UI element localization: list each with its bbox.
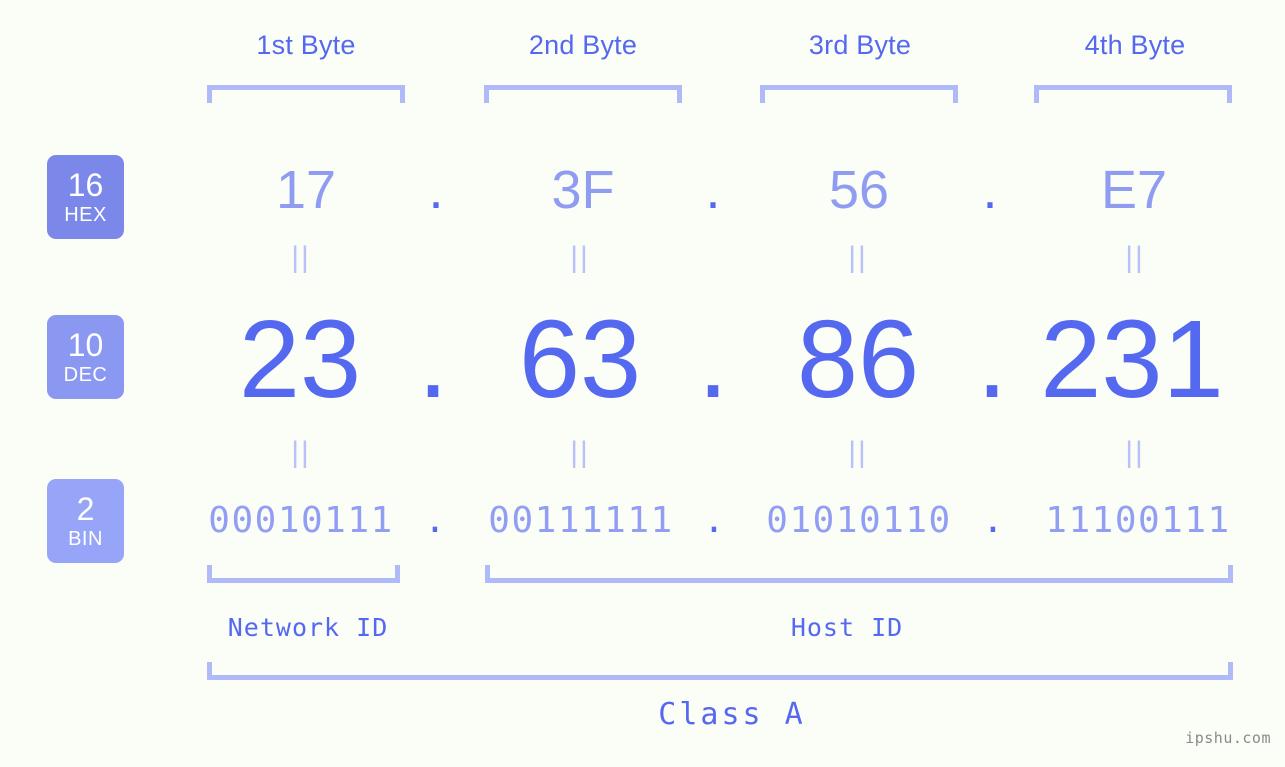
host-id-bracket — [485, 565, 1233, 583]
dec-value-byte-4: 231 — [1040, 298, 1224, 421]
base-badge-bin-name: BIN — [68, 528, 103, 550]
byte-bracket-top-1 — [207, 85, 405, 103]
dec-value-byte-2: 63 — [518, 298, 642, 421]
base-badge-hex: 16 HEX — [47, 155, 124, 239]
base-badge-hex-name: HEX — [64, 204, 107, 226]
class-label: Class A — [658, 697, 806, 732]
hex-separator-1: . — [428, 160, 444, 220]
hex-value-byte-4: E7 — [1100, 160, 1168, 220]
base-badge-hex-number: 16 — [67, 167, 104, 203]
hex-separator-2: . — [705, 160, 721, 220]
class-bracket — [207, 662, 1233, 680]
base-badge-dec-name: DEC — [63, 364, 108, 386]
dec-value-byte-3: 86 — [796, 298, 920, 421]
dec-value-row: 23 . 63 . 86 . 231 — [150, 290, 1250, 430]
dec-separator-3: . — [976, 298, 1008, 421]
bin-value-byte-4: 11100111 — [1045, 500, 1231, 541]
equals-mark-hex-dec-4: || — [1125, 241, 1145, 274]
dec-separator-1: . — [417, 298, 449, 421]
byte-header-label-1: 1st Byte — [256, 30, 356, 60]
base-badge-dec: 10 DEC — [47, 315, 124, 399]
site-watermark: ipshu.com — [1185, 729, 1271, 747]
bin-value-byte-1: 00010111 — [208, 500, 394, 541]
base-badge-dec-number: 10 — [67, 327, 104, 363]
equals-mark-hex-dec-3: || — [848, 241, 868, 274]
bin-separator-3: . — [982, 500, 1004, 541]
bin-value-byte-2: 00111111 — [488, 500, 674, 541]
host-id-label: Host ID — [790, 613, 904, 642]
ip-address-breakdown-diagram: 1st Byte 2nd Byte 3rd Byte 4th Byte 16 H… — [0, 0, 1285, 767]
hex-value-byte-3: 56 — [828, 160, 890, 220]
equals-mark-hex-dec-2: || — [570, 241, 590, 274]
base-badge-bin: 2 BIN — [47, 479, 124, 563]
network-id-label: Network ID — [227, 613, 389, 642]
equals-mark-dec-bin-1: || — [291, 436, 311, 469]
bin-separator-2: . — [703, 500, 725, 541]
equals-mark-hex-dec-1: || — [291, 241, 311, 274]
hex-separator-3: . — [982, 160, 998, 220]
byte-header-label-3: 3rd Byte — [808, 30, 912, 60]
network-id-bracket — [207, 565, 400, 583]
base-badge-bin-number: 2 — [76, 491, 95, 527]
bin-separator-1: . — [424, 500, 446, 541]
equals-mark-dec-bin-3: || — [848, 436, 868, 469]
equals-mark-dec-bin-2: || — [570, 436, 590, 469]
byte-header-label-4: 4th Byte — [1084, 30, 1186, 60]
byte-bracket-top-3 — [760, 85, 958, 103]
dec-separator-2: . — [697, 298, 729, 421]
bin-value-row: 00010111 . 00111111 . 01010110 . 1110011… — [150, 490, 1250, 552]
byte-header-label-2: 2nd Byte — [528, 30, 638, 60]
hex-value-byte-1: 17 — [275, 160, 337, 220]
hex-value-byte-2: 3F — [551, 160, 615, 220]
byte-bracket-top-4 — [1034, 85, 1232, 103]
hex-value-row: 17 . 3F . 56 . E7 — [150, 150, 1250, 230]
equals-mark-dec-bin-4: || — [1125, 436, 1145, 469]
bin-value-byte-3: 01010110 — [766, 500, 952, 541]
byte-bracket-top-2 — [484, 85, 682, 103]
dec-value-byte-1: 23 — [238, 298, 362, 421]
